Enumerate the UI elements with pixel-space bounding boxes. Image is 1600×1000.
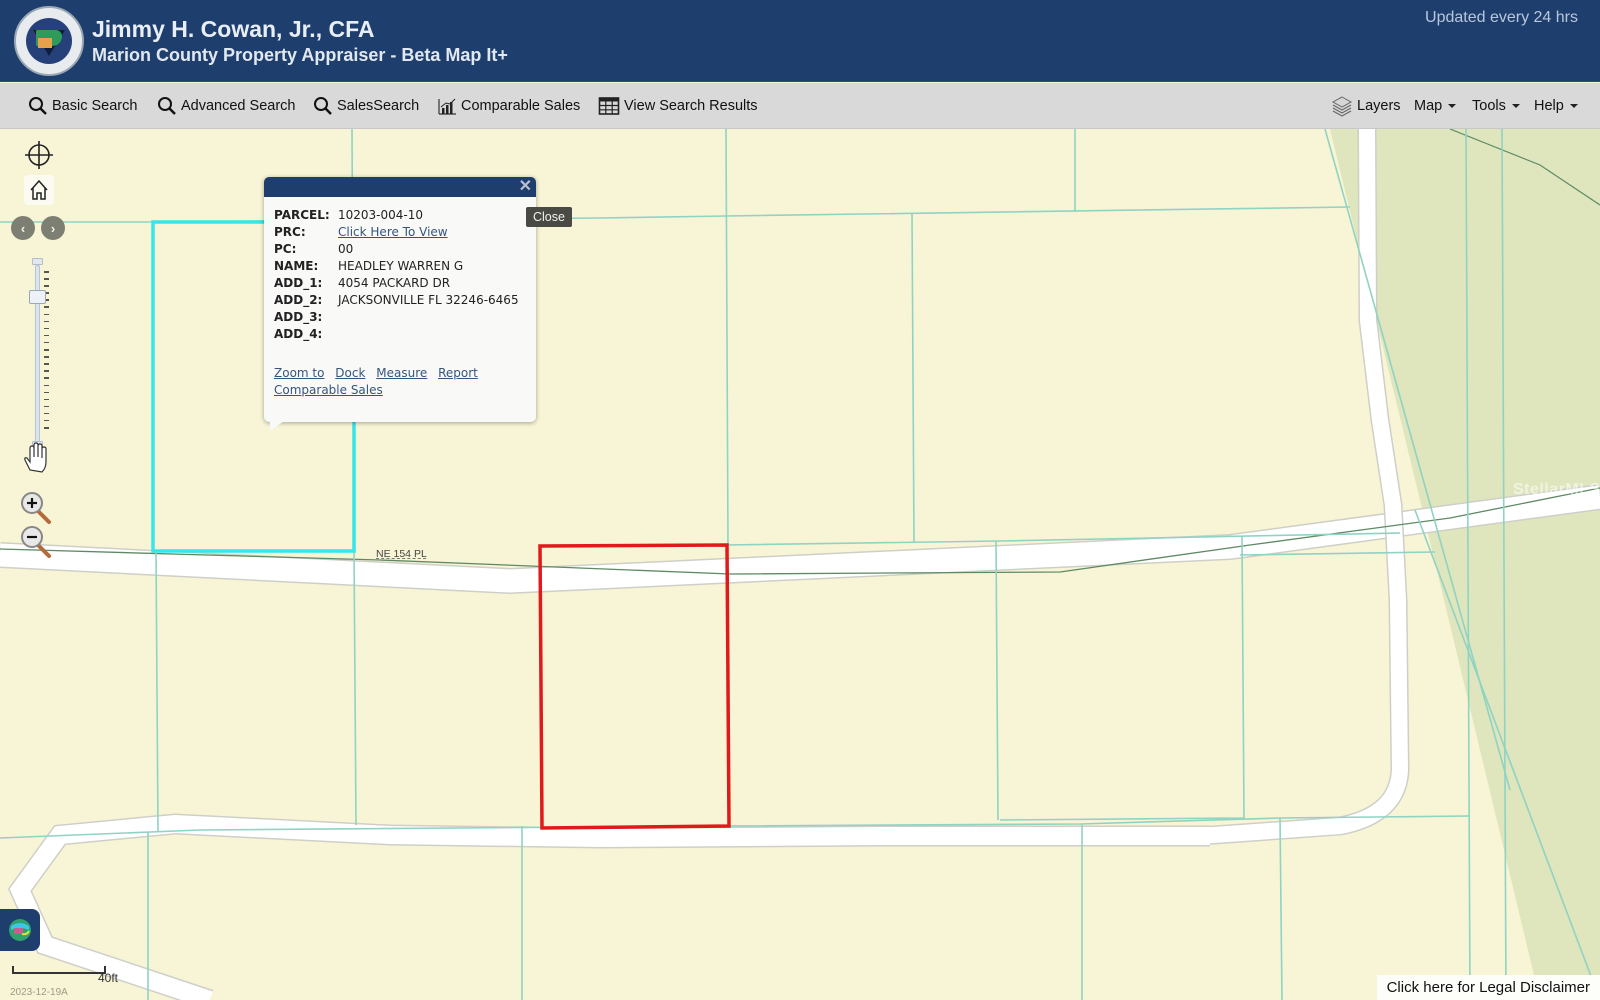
field-label: PARCEL: bbox=[274, 208, 330, 222]
layers-icon bbox=[1331, 96, 1353, 117]
zoom-in-button[interactable] bbox=[20, 491, 51, 524]
street-label: NE 154 PL bbox=[376, 548, 427, 560]
legal-disclaimer-link[interactable]: Click here for Legal Disclaimer bbox=[1376, 975, 1600, 1000]
basic-search-label: Basic Search bbox=[52, 98, 138, 114]
zoom-slider-increment[interactable] bbox=[32, 258, 43, 265]
chevron-right-icon: › bbox=[50, 220, 56, 236]
map-canvas[interactable]: NE 154 PL StellarMLS ‹ › 40ft 2023-12-19… bbox=[0, 129, 1600, 1000]
comparable-sales-label: Comparable Sales bbox=[461, 98, 581, 114]
field-add-1: ADD_1: 4054 PACKARD DR bbox=[274, 275, 526, 292]
dock-link[interactable]: Dock bbox=[335, 366, 365, 380]
hand-icon bbox=[24, 442, 47, 473]
caret-down-icon bbox=[1569, 104, 1578, 108]
parcel-id-value: 10203-004-10 bbox=[338, 208, 424, 222]
field-label: PRC: bbox=[274, 225, 306, 239]
bar-chart-icon bbox=[438, 98, 456, 115]
map-app: Jimmy H. Cowan, Jr., CFA Marion County P… bbox=[0, 0, 1600, 1000]
comparable-sales-button[interactable]: Comparable Sales bbox=[437, 83, 580, 129]
home-extent-button[interactable] bbox=[24, 175, 54, 205]
tools-menu-label: Tools bbox=[1472, 98, 1506, 114]
field-prc: PRC: Click Here To View bbox=[274, 224, 526, 241]
map-basemap bbox=[0, 129, 1600, 1000]
field-add-2: ADD_2: JACKSONVILLE FL 32246-6465 bbox=[274, 292, 526, 309]
advanced-search-button[interactable]: Advanced Search bbox=[157, 83, 295, 129]
field-label: ADD_3: bbox=[274, 310, 323, 324]
zoom-to-link[interactable]: Zoom to bbox=[274, 366, 324, 380]
zoom-out-button[interactable] bbox=[20, 525, 51, 558]
imagery-date-label: 2023-12-19A bbox=[10, 987, 68, 998]
caret-down-icon bbox=[1448, 104, 1457, 108]
sales-search-button[interactable]: SalesSearch bbox=[313, 83, 419, 129]
previous-extent-button[interactable]: ‹ bbox=[11, 216, 35, 240]
comparable-sales-link[interactable]: Comparable Sales bbox=[274, 383, 383, 397]
field-pc: PC: 00 bbox=[274, 241, 526, 258]
field-label: PC: bbox=[274, 242, 297, 256]
view-search-results-label: View Search Results bbox=[624, 98, 758, 114]
sales-search-label: SalesSearch bbox=[337, 98, 420, 114]
field-label: ADD_1: bbox=[274, 276, 323, 290]
watermark-text: StellarMLS bbox=[1513, 481, 1600, 498]
help-menu-label: Help bbox=[1534, 98, 1564, 114]
measure-link[interactable]: Measure bbox=[376, 366, 427, 380]
locate-button[interactable] bbox=[24, 140, 54, 175]
caret-down-icon bbox=[1511, 104, 1520, 108]
field-label: NAME: bbox=[274, 259, 319, 273]
search-icon bbox=[29, 97, 47, 115]
property-appraiser-seal-logo bbox=[14, 6, 84, 76]
zoom-in-icon bbox=[21, 492, 51, 524]
view-search-results-button[interactable]: View Search Results bbox=[598, 83, 758, 129]
report-link[interactable]: Report bbox=[438, 366, 478, 380]
layers-button[interactable]: Layers bbox=[1331, 83, 1401, 129]
scale-bar-label: 40ft bbox=[98, 971, 119, 985]
field-label: ADD_2: bbox=[274, 293, 323, 307]
crosshair-icon bbox=[25, 141, 53, 169]
layers-label: Layers bbox=[1357, 98, 1401, 114]
appraiser-name-title: Jimmy H. Cowan, Jr., CFA bbox=[92, 16, 375, 42]
field-add-3: ADD_3: bbox=[274, 309, 526, 326]
pc-value: 00 bbox=[338, 242, 354, 256]
close-tooltip: Close bbox=[526, 207, 572, 227]
zoom-out-icon bbox=[21, 526, 51, 558]
prc-view-link[interactable]: Click Here To View bbox=[338, 224, 526, 241]
home-icon bbox=[30, 179, 48, 200]
tools-menu-dropdown[interactable]: Tools bbox=[1472, 83, 1520, 129]
field-name: NAME: HEADLEY WARREN G bbox=[274, 258, 526, 275]
owner-name-value: HEADLEY WARREN G bbox=[338, 259, 464, 273]
field-label: ADD_4: bbox=[274, 327, 323, 341]
search-icon bbox=[158, 97, 176, 115]
search-icon bbox=[314, 97, 332, 115]
table-grid-icon bbox=[598, 97, 620, 115]
pan-button[interactable] bbox=[22, 442, 50, 479]
next-extent-button[interactable]: › bbox=[41, 216, 65, 240]
zoom-slider-thumb[interactable] bbox=[29, 290, 46, 305]
chevron-left-icon: ‹ bbox=[20, 220, 26, 236]
map-menu-dropdown[interactable]: Map bbox=[1414, 83, 1457, 129]
address-4-value bbox=[338, 326, 526, 343]
advanced-search-label: Advanced Search bbox=[181, 98, 296, 114]
address-3-value bbox=[338, 309, 526, 326]
basic-search-button[interactable]: Basic Search bbox=[28, 83, 137, 129]
scale-bar bbox=[12, 966, 106, 974]
close-icon[interactable]: ✕ bbox=[519, 178, 532, 196]
road-network bbox=[0, 129, 1600, 1000]
field-add-4: ADD_4: bbox=[274, 326, 526, 343]
popup-body: PARCEL: 10203-004-10 PRC: Click Here To Vi… bbox=[264, 197, 536, 399]
basemap-gallery-button[interactable] bbox=[0, 909, 40, 951]
map-menu-label: Map bbox=[1414, 98, 1443, 114]
address-2-value: JACKSONVILLE FL 32246-6465 bbox=[338, 293, 519, 307]
road-south bbox=[7, 813, 1210, 1000]
globe-icon bbox=[9, 919, 31, 941]
header-banner: Jimmy H. Cowan, Jr., CFA Marion County P… bbox=[0, 0, 1600, 82]
parcel-info-popup: ✕ PARCEL: 10203-004-10 PRC: Click Here To … bbox=[264, 177, 536, 431]
app-subtitle: Marion County Property Appraiser - Beta … bbox=[92, 45, 508, 65]
field-parcel: PARCEL: 10203-004-10 bbox=[274, 207, 526, 224]
popup-actions: Zoom to Dock Measure Report Comparable S… bbox=[274, 365, 526, 399]
address-1-value: 4054 PACKARD DR bbox=[338, 276, 451, 290]
help-menu-dropdown[interactable]: Help bbox=[1534, 83, 1578, 129]
popup-header: ✕ bbox=[264, 177, 536, 197]
popup-pointer bbox=[270, 421, 284, 431]
update-frequency-note: Updated every 24 hrs bbox=[1425, 9, 1578, 26]
main-toolbar: Basic Search Advanced Search SalesSearch… bbox=[0, 83, 1600, 129]
